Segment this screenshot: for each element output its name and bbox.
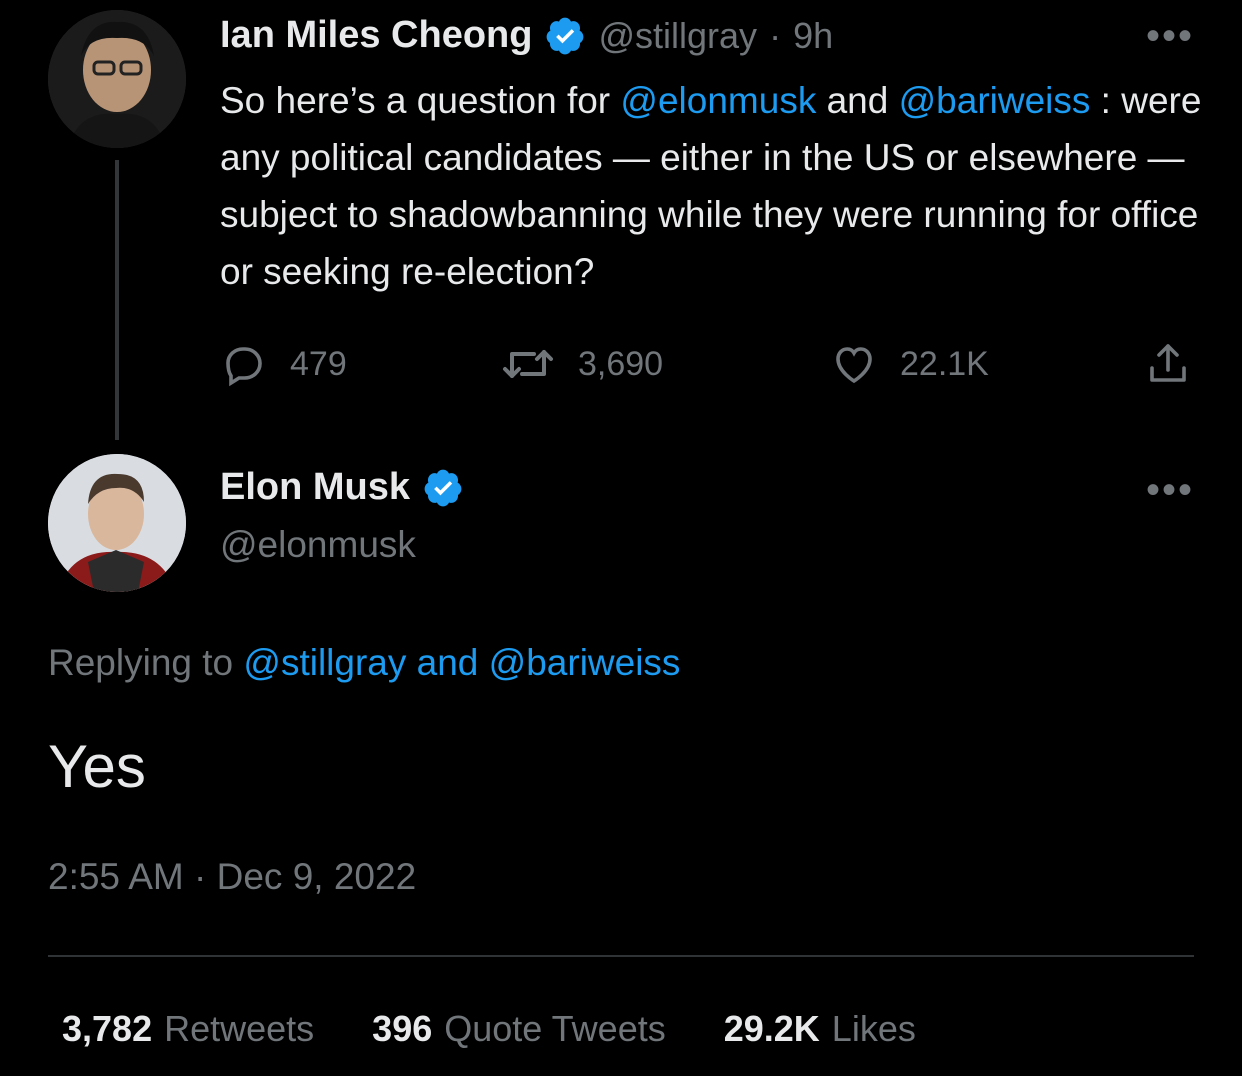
replying-prefix: Replying to	[48, 642, 234, 683]
share-icon[interactable]	[1144, 340, 1192, 393]
main-header: Elon Musk	[220, 466, 464, 509]
divider	[48, 955, 1194, 957]
retweets-label: Retweets	[164, 1008, 315, 1049]
retweet-icon	[500, 340, 556, 388]
text-part: So here’s a question for	[220, 80, 621, 121]
avatar-ian[interactable]	[48, 10, 186, 148]
thread-line	[115, 160, 119, 440]
retweets-stat[interactable]: 3,782 Retweets	[62, 1008, 314, 1050]
tweet-text: Yes	[48, 733, 146, 800]
parent-header: Ian Miles Cheong @stillgray · 9h	[220, 14, 833, 57]
author-name[interactable]: Elon Musk	[220, 466, 410, 509]
author-handle[interactable]: @stillgray	[598, 15, 757, 57]
reply-icon	[220, 340, 268, 388]
mention-bariweiss[interactable]: @bariweiss	[899, 80, 1091, 121]
reply-action[interactable]: 479	[220, 340, 347, 388]
likes-stat[interactable]: 29.2K Likes	[724, 1008, 916, 1050]
time-ago[interactable]: 9h	[793, 15, 833, 57]
like-count: 22.1K	[900, 344, 989, 383]
retweet-count: 3,690	[578, 344, 664, 383]
parent-tweet-text: So here’s a question for @elonmusk and @…	[220, 72, 1210, 300]
heart-icon	[830, 340, 878, 388]
separator: ·	[769, 14, 782, 56]
quotes-stat[interactable]: 396 Quote Tweets	[372, 1008, 666, 1050]
timestamp[interactable]: 2:55 AM · Dec 9, 2022	[48, 856, 416, 898]
replying-to: Replying to @stillgray and @bariweiss	[48, 642, 680, 684]
verified-badge-icon	[422, 467, 464, 509]
more-icon[interactable]: •••	[1146, 468, 1194, 513]
avatar-elon[interactable]	[48, 454, 186, 592]
retweet-action[interactable]: 3,690	[500, 340, 663, 388]
like-action[interactable]: 22.1K	[830, 340, 989, 388]
mention-elonmusk[interactable]: @elonmusk	[620, 80, 816, 121]
quotes-count: 396	[372, 1008, 433, 1049]
retweets-count: 3,782	[62, 1008, 153, 1049]
verified-badge-icon	[544, 15, 586, 57]
quotes-label: Quote Tweets	[444, 1008, 666, 1049]
more-icon[interactable]: •••	[1146, 14, 1194, 59]
text-part: and	[816, 80, 899, 121]
likes-label: Likes	[831, 1008, 916, 1049]
author-name[interactable]: Ian Miles Cheong	[220, 14, 532, 57]
replying-targets[interactable]: @stillgray and @bariweiss	[243, 642, 680, 683]
reply-count: 479	[290, 344, 347, 383]
stats-bar: 3,782 Retweets 396 Quote Tweets 29.2K Likes	[62, 1008, 916, 1050]
author-handle[interactable]: @elonmusk	[220, 524, 416, 566]
likes-count: 29.2K	[723, 1008, 820, 1049]
